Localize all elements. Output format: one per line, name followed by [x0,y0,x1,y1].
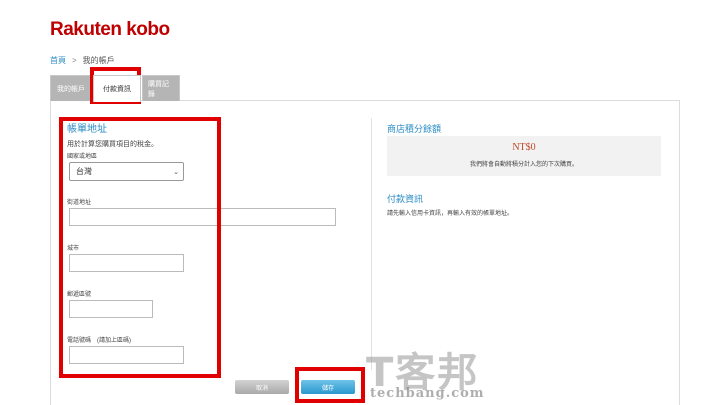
breadcrumb-current: 我的帳戶 [82,56,115,65]
payment-info-note: 請先輸入信用卡資訊，再輸入有效的帳單地址。 [387,211,514,217]
store-credit-title: 商店積分餘額 [387,124,442,134]
country-select-value: 台灣 [76,167,92,176]
store-credit-amount: NT$0 [512,142,536,153]
tab-purchase-history[interactable]: 購買記錄 [142,75,180,101]
cancel-button[interactable]: 取消 [235,380,289,394]
watermark-sub-text: techbang.com [370,386,485,401]
column-divider [371,118,372,370]
store-credit-box: NT$0 我們將會自動將積分計入您的下次購買。 [387,136,661,176]
postal-code-label: 郵遞區號 [67,292,92,298]
tab-my-account[interactable]: 我的帳戶 [50,75,92,101]
rakuten-kobo-logo[interactable]: Rakuten kobo [50,19,170,41]
postal-code-input[interactable] [69,300,153,318]
street-label: 街道地址 [67,200,92,206]
city-input[interactable] [69,254,184,272]
breadcrumb-separator: > [72,56,77,65]
payment-info-title: 付款資訊 [387,194,424,204]
account-tabs: 我的帳戶 付款資訊 購買記錄 [50,75,181,102]
billing-address-title: 帳單地址 [67,124,107,135]
city-label: 城市 [67,246,80,252]
store-credit-note: 我們將會自動將積分計入您的下次購買。 [469,162,578,168]
country-select[interactable]: 台灣 ⌄ [69,162,184,181]
breadcrumb-home-link[interactable]: 首頁 [50,55,66,66]
tab-payment-info[interactable]: 付款資訊 [93,75,141,102]
save-button[interactable]: 儲存 [301,380,355,394]
billing-address-help: 用於計算您購買項目的稅金。 [67,141,158,148]
phone-label: 電話號碼 (請加上區碼) [67,338,131,344]
country-label: 國家或地區 [67,154,98,160]
techbang-watermark: T客邦 techbang.com [366,340,520,405]
street-address-input[interactable] [69,208,336,226]
breadcrumb: 首頁 > 我的帳戶 [50,55,115,66]
phone-input[interactable] [69,346,184,364]
billing-address-section: 帳單地址 用於計算您購買項目的稅金。 [67,120,367,149]
chevron-down-icon: ⌄ [173,168,179,176]
